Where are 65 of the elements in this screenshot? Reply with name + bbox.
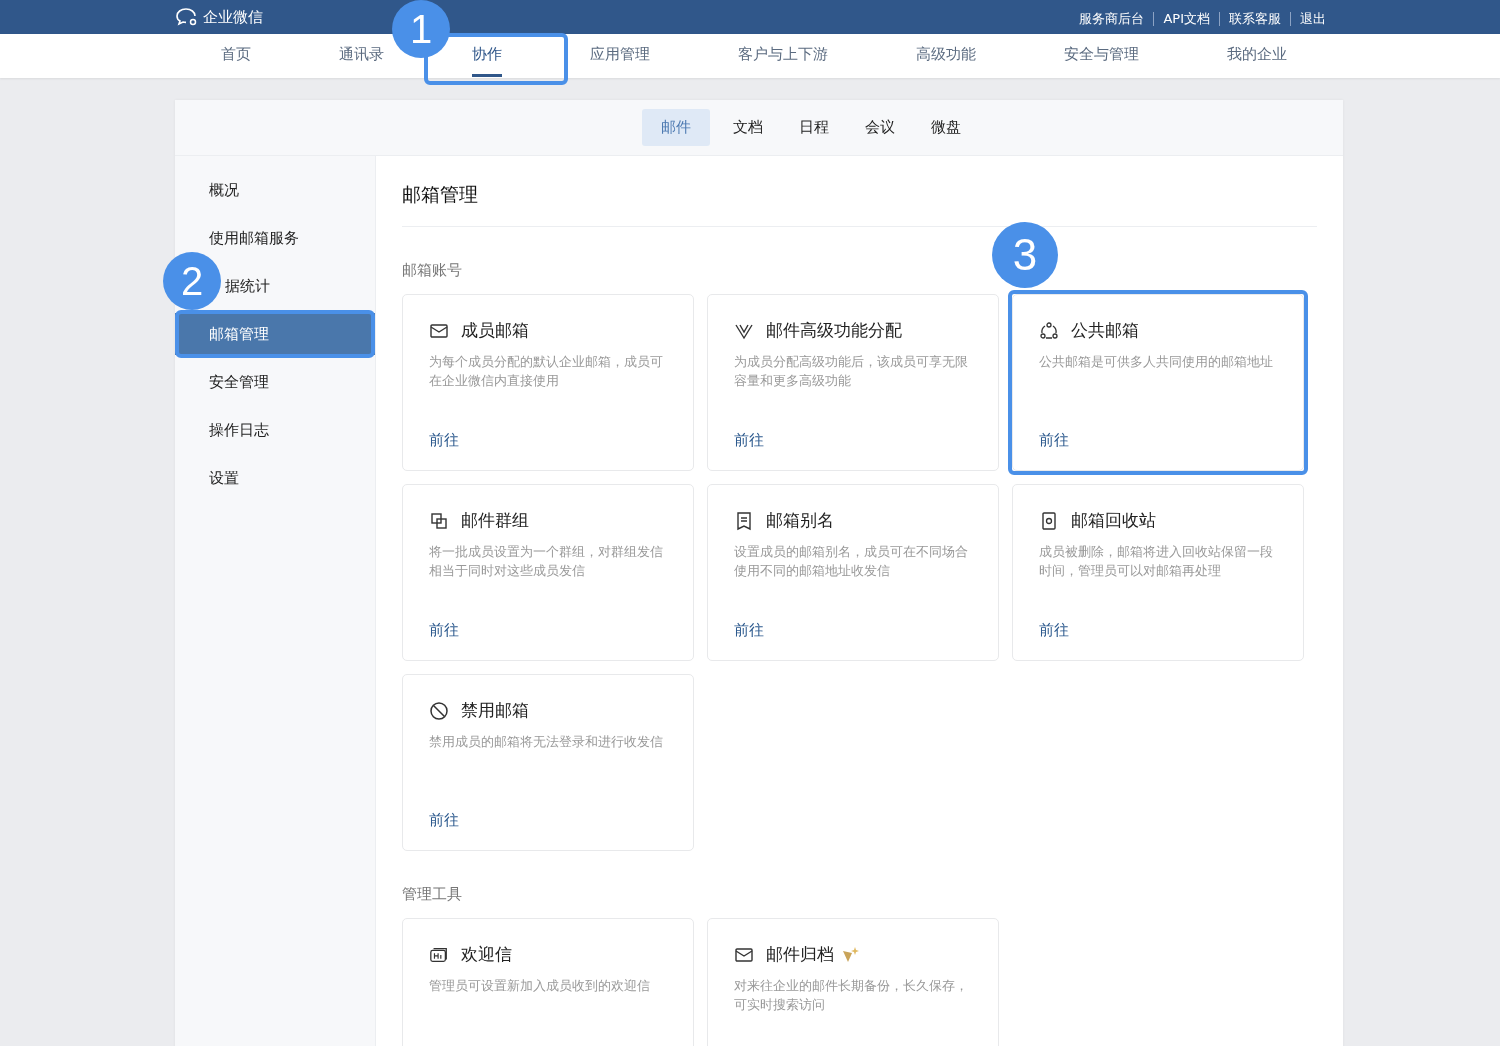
bin-icon	[1039, 510, 1059, 531]
top-link[interactable]: API文档	[1153, 12, 1219, 26]
card-description: 禁用成员的邮箱将无法登录和进行收发信	[429, 733, 664, 751]
card-description: 管理员可设置新加入成员收到的欢迎信	[429, 977, 651, 995]
card-description: 为成员分配高级功能后，该成员可享无限容量和更多高级功能	[734, 353, 969, 390]
sidebar-item[interactable]: 概况	[209, 181, 239, 199]
go-link[interactable]: 前往	[429, 621, 459, 640]
card-title: 邮件高级功能分配	[766, 319, 902, 342]
top-link[interactable]: 联系客服	[1219, 12, 1290, 26]
step-badge: 1	[392, 0, 450, 58]
card-title: 邮件归档	[766, 943, 834, 966]
card-description: 公共邮箱是可供多人共同使用的邮箱地址	[1039, 353, 1274, 371]
step-badge: 3	[992, 222, 1058, 288]
section-label: 邮箱账号	[402, 261, 462, 280]
nav-tab[interactable]: 安全与管理	[1064, 35, 1139, 77]
nav-tab[interactable]: 我的企业	[1227, 35, 1287, 77]
logo-text: 企业微信	[203, 7, 263, 27]
go-link[interactable]: 前往	[1039, 621, 1069, 640]
ban-icon	[429, 700, 449, 721]
sidebar-item[interactable]: 据统计	[225, 277, 270, 295]
sub-tab[interactable]: 微盘	[918, 109, 974, 146]
card-title: 成员邮箱	[461, 319, 529, 342]
nav-tab[interactable]: 高级功能	[916, 35, 976, 77]
sidebar-item[interactable]: 使用邮箱服务	[209, 229, 299, 247]
go-link[interactable]: 前往	[429, 811, 459, 830]
go-link[interactable]: 前往	[1039, 431, 1069, 450]
card-description: 对来往企业的邮件长期备份，长久保存，可实时搜索访问	[734, 977, 969, 1014]
nav-tab[interactable]: 应用管理	[590, 35, 650, 77]
feature-card[interactable]: 欢迎信 管理员可设置新加入成员收到的欢迎信	[402, 918, 694, 1046]
card-title: 欢迎信	[461, 943, 512, 966]
chat-bubble-icon	[175, 7, 199, 27]
nav-tab[interactable]: 客户与上下游	[738, 35, 828, 77]
feature-card[interactable]: 公共邮箱 公共邮箱是可供多人共同使用的邮箱地址 前往	[1012, 294, 1304, 471]
top-link[interactable]: 退出	[1290, 12, 1335, 26]
feature-card[interactable]: 邮件高级功能分配 为成员分配高级功能后，该成员可享无限容量和更多高级功能 前往	[707, 294, 999, 471]
nav-tab[interactable]: 协作	[472, 35, 502, 77]
feature-card[interactable]: 禁用邮箱 禁用成员的邮箱将无法登录和进行收发信 前往	[402, 674, 694, 851]
feature-card[interactable]: 成员邮箱 为每个成员分配的默认企业邮箱，成员可在企业微信内直接使用 前往	[402, 294, 694, 471]
nav-tab[interactable]: 首页	[221, 35, 251, 77]
feature-card[interactable]: 邮件归档 对来往企业的邮件长期备份，长久保存，可实时搜索访问	[707, 918, 999, 1046]
sidebar-item[interactable]: 操作日志	[209, 421, 269, 439]
card-title: 邮箱回收站	[1071, 509, 1156, 532]
group-icon	[1039, 320, 1059, 341]
document-icon	[734, 510, 754, 531]
nav-tab[interactable]: 通讯录	[339, 35, 384, 77]
card-title: 邮件群组	[461, 509, 529, 532]
feature-card[interactable]: 邮箱别名 设置成员的邮箱别名，成员可在不同场合使用不同的邮箱地址收发信 前往	[707, 484, 999, 661]
card-title: 邮箱别名	[766, 509, 834, 532]
go-link[interactable]: 前往	[734, 431, 764, 450]
go-link[interactable]: 前往	[734, 621, 764, 640]
sub-tab[interactable]: 日程	[786, 109, 842, 146]
top-link[interactable]: 服务商后台	[1070, 12, 1154, 26]
card-title: 禁用邮箱	[461, 699, 529, 722]
card-description: 设置成员的邮箱别名，成员可在不同场合使用不同的邮箱地址收发信	[734, 543, 969, 580]
section-label: 管理工具	[402, 885, 462, 904]
step-badge: 2	[163, 252, 221, 310]
card-title: 公共邮箱	[1071, 319, 1139, 342]
sub-tab[interactable]: 会议	[852, 109, 908, 146]
sidebar-item[interactable]: 安全管理	[209, 373, 269, 391]
sub-tab[interactable]: 文档	[720, 109, 776, 146]
sub-tab[interactable]: 邮件	[642, 109, 710, 146]
card-description: 为每个成员分配的默认企业邮箱，成员可在企业微信内直接使用	[429, 353, 664, 390]
go-link[interactable]: 前往	[429, 431, 459, 450]
sidebar-item[interactable]: 设置	[209, 469, 239, 487]
copy-icon	[429, 510, 449, 531]
